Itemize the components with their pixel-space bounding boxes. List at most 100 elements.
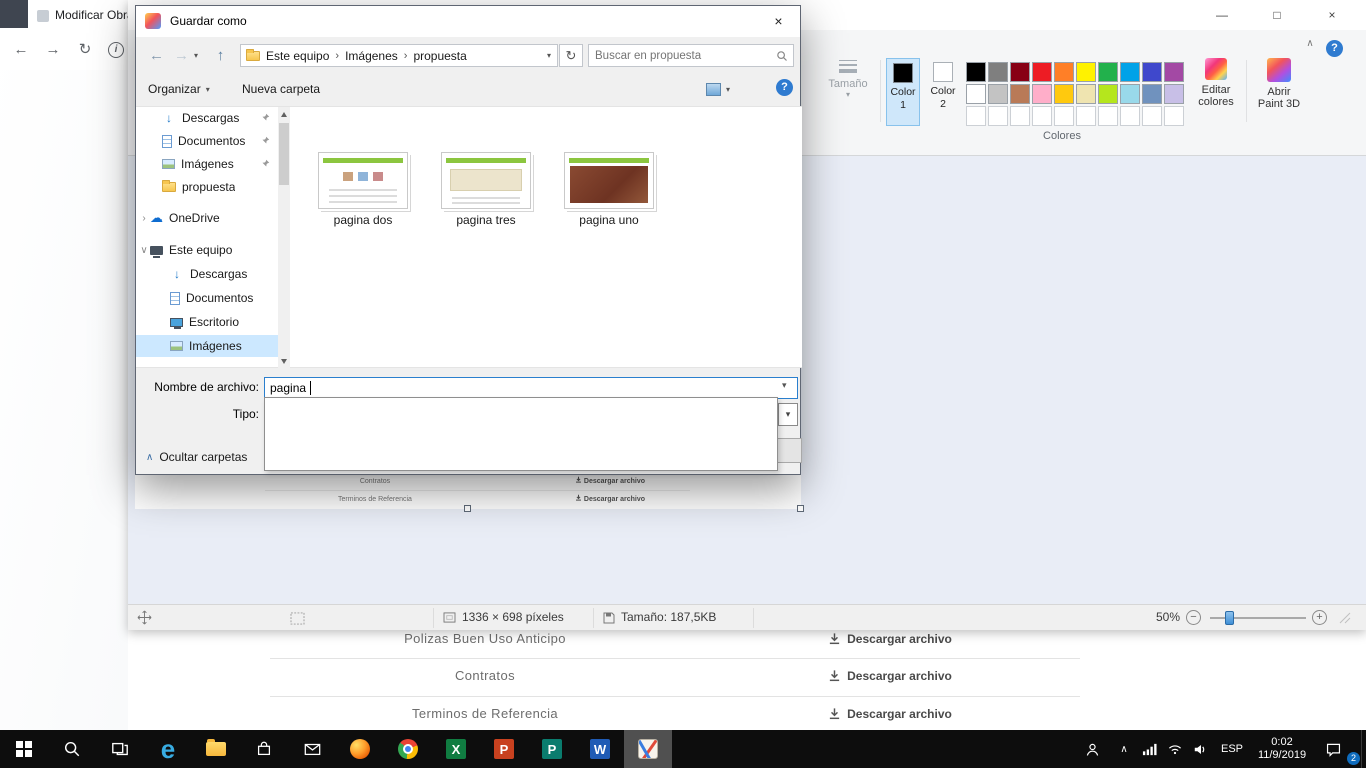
palette-swatch[interactable] [1010, 62, 1030, 82]
palette-swatch[interactable] [1032, 84, 1052, 104]
palette-swatch[interactable] [1142, 62, 1162, 82]
organize-button[interactable]: Organizar ▾ [148, 78, 210, 100]
sidebar-scrollbar[interactable] [278, 107, 290, 369]
sidebar-item-documentos[interactable]: Documentos [136, 130, 278, 152]
chevron-right-icon[interactable]: › [138, 213, 150, 224]
dialog-titlebar[interactable]: Guardar como × [136, 6, 800, 37]
zoom-slider-thumb[interactable] [1225, 611, 1234, 625]
breadcrumb-segment[interactable]: propuesta [413, 49, 466, 63]
resize-grip-icon[interactable] [1338, 611, 1352, 625]
taskbar-explorer-button[interactable] [192, 730, 240, 768]
file-pagina-dos[interactable] [318, 152, 408, 209]
nav-forward-button[interactable]: → [169, 43, 194, 68]
help-icon[interactable]: ? [1326, 40, 1343, 57]
nav-back-button[interactable]: ← [144, 43, 169, 68]
action-center-button[interactable] [1318, 730, 1348, 768]
start-button[interactable] [0, 730, 48, 768]
palette-swatch[interactable] [1054, 84, 1074, 104]
download-link[interactable]: Descargar archivo [700, 695, 1080, 730]
tray-language[interactable]: ESP [1214, 730, 1250, 768]
palette-swatch[interactable] [1054, 62, 1074, 82]
taskbar-word-button[interactable]: W [576, 730, 624, 768]
browser-reload-icon[interactable]: ↻ [72, 37, 98, 63]
taskbar-powerpoint-button[interactable]: P [480, 730, 528, 768]
sidebar-item-imagenes-2[interactable]: Imágenes [136, 335, 278, 357]
zoom-out-button[interactable]: − [1186, 610, 1201, 625]
sidebar-item-imagenes[interactable]: Imágenes [136, 153, 278, 175]
palette-swatch[interactable] [1164, 62, 1184, 82]
canvas-resize-handle-bottom[interactable] [464, 505, 471, 512]
taskbar-edge-button[interactable]: e [144, 730, 192, 768]
file-pagina-tres[interactable] [441, 152, 531, 209]
sidebar-item-descargas[interactable]: ↓ Descargas [136, 107, 278, 129]
browser-tab-title[interactable]: Modificar Obra/ [55, 8, 137, 22]
nav-up-button[interactable]: ↑ [208, 43, 233, 68]
chevron-down-icon[interactable]: ∨ [138, 245, 150, 256]
browser-corner-icon[interactable] [0, 0, 28, 28]
palette-swatch[interactable] [1076, 62, 1096, 82]
palette-swatch[interactable] [988, 84, 1008, 104]
palette-empty-well[interactable] [1010, 106, 1030, 126]
palette-swatch[interactable] [1142, 84, 1162, 104]
scroll-down-icon[interactable] [281, 359, 287, 364]
palette-empty-well[interactable] [1076, 106, 1096, 126]
zoom-in-button[interactable]: + [1312, 610, 1327, 625]
palette-empty-well[interactable] [1054, 106, 1074, 126]
browser-forward-icon[interactable]: → [40, 37, 66, 63]
taskbar-publisher-button[interactable]: P [528, 730, 576, 768]
sidebar-item-onedrive[interactable]: › ☁ OneDrive [136, 207, 278, 229]
hide-folders-button[interactable]: ∧ Ocultar carpetas [146, 447, 247, 467]
search-box[interactable] [588, 44, 794, 67]
dialog-help-button[interactable]: ? [776, 79, 793, 96]
palette-empty-well[interactable] [988, 106, 1008, 126]
tray-people-button[interactable] [1076, 730, 1108, 768]
taskbar-search-button[interactable] [48, 730, 96, 768]
palette-empty-well[interactable] [1032, 106, 1052, 126]
palette-swatch[interactable] [1098, 62, 1118, 82]
browser-back-icon[interactable]: ← [8, 37, 34, 63]
breadcrumb[interactable]: Este equipo › Imágenes › propuesta ▾ [240, 44, 558, 67]
taskbar-paint-button[interactable] [624, 730, 672, 768]
breadcrumb-dropdown-icon[interactable]: ▾ [547, 51, 551, 60]
minimize-button[interactable]: — [1199, 0, 1245, 30]
filename-dropdown-icon[interactable]: ▾ [782, 380, 787, 391]
sidebar-item-propuesta[interactable]: propuesta [136, 176, 278, 198]
taskbar-store-button[interactable] [240, 730, 288, 768]
palette-swatch[interactable] [988, 62, 1008, 82]
filename-suggestions-panel[interactable] [264, 397, 778, 471]
palette-swatch[interactable] [1164, 84, 1184, 104]
breadcrumb-segment[interactable]: Imágenes [345, 49, 398, 63]
open-paint3d-button[interactable]: Abrir Paint 3D [1252, 56, 1306, 110]
collapse-ribbon-icon[interactable]: ∧ [1300, 38, 1320, 58]
scrollbar-thumb[interactable] [279, 123, 289, 185]
filetype-dropdown-icon[interactable]: ▾ [778, 403, 798, 426]
refresh-button[interactable]: ↻ [559, 44, 583, 67]
color2-button[interactable]: Color 2 [926, 58, 960, 126]
palette-empty-well[interactable] [1120, 106, 1140, 126]
maximize-button[interactable]: □ [1254, 0, 1300, 30]
filename-input[interactable] [264, 377, 798, 399]
task-view-button[interactable] [96, 730, 144, 768]
breadcrumb-segment[interactable]: Este equipo [266, 49, 329, 63]
tray-volume-button[interactable] [1188, 730, 1214, 768]
show-desktop-button[interactable] [1361, 730, 1366, 768]
file-label[interactable]: pagina tres [426, 213, 546, 227]
tray-clock[interactable]: 0:02 11/9/2019 [1250, 730, 1314, 768]
palette-swatch[interactable] [966, 84, 986, 104]
file-label[interactable]: pagina uno [549, 213, 669, 227]
views-button[interactable]: ▾ [706, 78, 730, 100]
browser-info-icon[interactable]: i [108, 42, 124, 58]
palette-swatch[interactable] [1120, 62, 1140, 82]
close-button[interactable]: × [1309, 0, 1355, 30]
canvas-resize-handle-corner[interactable] [797, 505, 804, 512]
size-button[interactable]: Tamaño ▾ [822, 56, 874, 99]
taskbar-mail-button[interactable] [288, 730, 336, 768]
color1-button[interactable]: Color 1 [886, 58, 920, 126]
palette-swatch[interactable] [1098, 84, 1118, 104]
download-link[interactable]: Descargar archivo [700, 630, 1080, 658]
palette-empty-well[interactable] [1164, 106, 1184, 126]
sidebar-item-documentos-2[interactable]: Documentos [136, 287, 278, 309]
file-label[interactable]: pagina dos [303, 213, 423, 227]
edit-colors-button[interactable]: Editar colores [1192, 56, 1240, 108]
palette-empty-well[interactable] [1142, 106, 1162, 126]
